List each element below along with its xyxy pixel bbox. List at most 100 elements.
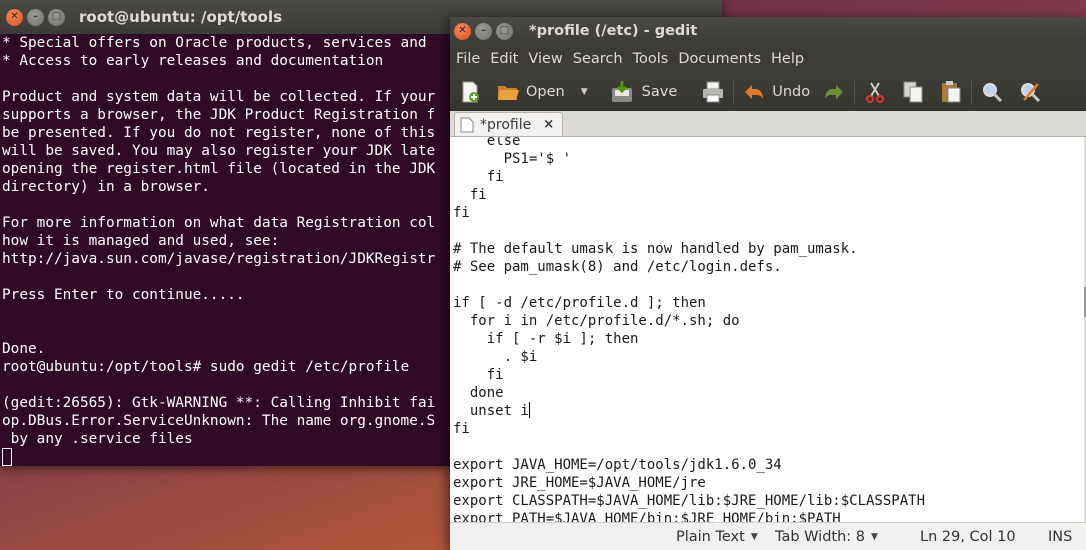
- code-line[interactable]: [453, 438, 925, 456]
- menu-search[interactable]: Search: [571, 51, 629, 67]
- code-text: unset i: [453, 403, 529, 419]
- code-line[interactable]: else: [453, 137, 925, 150]
- toolbar-separator: [971, 78, 973, 105]
- code-line[interactable]: unset i: [453, 402, 925, 420]
- maximize-icon[interactable]: □: [496, 22, 513, 40]
- open-label: Open: [526, 83, 565, 100]
- code-line[interactable]: if [ -d /etc/profile.d ]; then: [453, 294, 925, 312]
- code-line[interactable]: done: [453, 384, 925, 402]
- text-cursor: [528, 402, 530, 418]
- terminal-title: root@ubuntu: /opt/tools: [79, 8, 283, 26]
- menu-documents[interactable]: Documents: [676, 51, 767, 67]
- gedit-title: *profile (/etc) - gedit: [529, 23, 698, 39]
- code-text: # See pam_umask(8) and /etc/login.defs.: [453, 259, 782, 275]
- redo-button[interactable]: [822, 76, 846, 108]
- new-document-button[interactable]: [458, 76, 482, 108]
- code-line[interactable]: [453, 222, 925, 240]
- code-line[interactable]: PS1='$ ': [453, 150, 925, 168]
- code-text: fi: [453, 169, 504, 185]
- gedit-window[interactable]: ✕ – □ *profile (/etc) - gedit File Edit …: [450, 17, 1086, 550]
- toolbar: Open ▼ Save Undo: [450, 72, 1086, 111]
- code-line[interactable]: export CLASSPATH=$JAVA_HOME/lib:$JRE_HOM…: [453, 492, 925, 510]
- gedit-titlebar[interactable]: ✕ – □ *profile (/etc) - gedit: [450, 17, 1086, 45]
- cut-button[interactable]: [863, 76, 887, 108]
- tab-width-selector[interactable]: Tab Width: 8 ▼: [775, 529, 878, 545]
- code-line[interactable]: fi: [453, 204, 925, 222]
- find-replace-button[interactable]: [1018, 76, 1042, 108]
- code-text: fi: [453, 205, 470, 221]
- close-icon[interactable]: ✕: [6, 8, 23, 26]
- open-button[interactable]: Open ▼: [496, 76, 588, 108]
- code-text: export PATH=$JAVA_HOME/bin:$JRE_HOME/bin…: [453, 511, 841, 522]
- tab-width-label: Tab Width: 8: [775, 528, 866, 545]
- minimize-icon[interactable]: –: [475, 22, 492, 40]
- copy-button[interactable]: [901, 76, 925, 108]
- text-editor[interactable]: else PS1='$ ' fi fi fi # The default umask…: [450, 137, 1084, 522]
- cursor-position: Ln 29, Col 10: [920, 528, 1016, 545]
- undo-button[interactable]: Undo: [742, 76, 810, 108]
- language-label: Plain Text: [676, 528, 745, 545]
- folder-open-icon: [496, 80, 520, 104]
- code-line[interactable]: # See pam_umask(8) and /etc/login.defs.: [453, 258, 925, 276]
- tab-bar: *profile ×: [450, 111, 1086, 137]
- code-line[interactable]: export JRE_HOME=$JAVA_HOME/jre: [453, 474, 925, 492]
- code-line[interactable]: export PATH=$JAVA_HOME/bin:$JRE_HOME/bin…: [453, 510, 925, 522]
- code-line[interactable]: if [ -r $i ]; then: [453, 330, 925, 348]
- save-button[interactable]: Save: [610, 76, 678, 108]
- insert-mode: INS: [1048, 528, 1073, 545]
- undo-arrow-icon: [742, 80, 766, 104]
- code-text: else: [453, 137, 521, 149]
- code-text: fi: [453, 187, 487, 203]
- code-text: . $i: [453, 349, 538, 365]
- document-icon: [460, 117, 474, 133]
- close-icon[interactable]: ✕: [454, 22, 471, 40]
- paste-button[interactable]: [939, 76, 963, 108]
- code-line[interactable]: fi: [453, 186, 925, 204]
- code-text: fi: [453, 421, 470, 437]
- status-bar: Plain Text ▼ Tab Width: 8 ▼ Ln 29, Col 1…: [450, 522, 1086, 550]
- code-text: for i in /etc/profile.d/*.sh; do: [453, 313, 740, 329]
- menu-file[interactable]: File: [454, 51, 486, 67]
- save-label: Save: [641, 83, 678, 100]
- code-text: done: [453, 385, 504, 401]
- code-line[interactable]: [453, 276, 925, 294]
- code-line[interactable]: fi: [453, 168, 925, 186]
- code-text: # The default umask is now handled by pa…: [453, 241, 858, 257]
- search-icon: [980, 80, 1004, 104]
- find-replace-icon: [1018, 80, 1042, 104]
- editor-content[interactable]: else PS1='$ ' fi fi fi # The default umask…: [453, 137, 925, 522]
- chevron-down-icon: ▼: [750, 531, 758, 542]
- minimize-icon[interactable]: –: [27, 8, 44, 26]
- code-text: if [ -r $i ]; then: [453, 331, 639, 347]
- language-selector[interactable]: Plain Text ▼: [676, 529, 758, 545]
- tab-label: *profile: [480, 116, 532, 133]
- maximize-icon[interactable]: □: [48, 8, 65, 26]
- code-line[interactable]: for i in /etc/profile.d/*.sh; do: [453, 312, 925, 330]
- code-line[interactable]: fi: [453, 420, 925, 438]
- toolbar-separator: [733, 78, 735, 105]
- menu-help[interactable]: Help: [769, 51, 810, 67]
- save-icon: [610, 80, 634, 104]
- find-button[interactable]: [980, 76, 1004, 108]
- chevron-down-icon: ▼: [871, 531, 878, 542]
- tab-profile[interactable]: *profile ×: [454, 112, 564, 136]
- chevron-down-icon[interactable]: ▼: [581, 87, 588, 97]
- code-text: export JAVA_HOME=/opt/tools/jdk1.6.0_34: [453, 457, 782, 473]
- code-line[interactable]: . $i: [453, 348, 925, 366]
- code-text: export CLASSPATH=$JAVA_HOME/lib:$JRE_HOM…: [453, 493, 926, 509]
- code-line[interactable]: export JAVA_HOME=/opt/tools/jdk1.6.0_34: [453, 456, 925, 474]
- undo-label: Undo: [772, 83, 811, 100]
- menu-tools[interactable]: Tools: [631, 51, 675, 67]
- new-document-icon: [458, 80, 482, 104]
- code-line[interactable]: fi: [453, 366, 925, 384]
- print-button[interactable]: [701, 76, 725, 108]
- menu-edit[interactable]: Edit: [488, 51, 524, 67]
- code-text: export JRE_HOME=$JAVA_HOME/jre: [453, 475, 706, 491]
- close-tab-icon[interactable]: ×: [543, 117, 554, 132]
- terminal-cursor: [2, 448, 12, 466]
- redo-arrow-icon: [822, 80, 846, 104]
- code-text: fi: [453, 367, 504, 383]
- toolbar-separator: [854, 78, 856, 105]
- code-line[interactable]: # The default umask is now handled by pa…: [453, 240, 925, 258]
- menu-view[interactable]: View: [526, 51, 568, 67]
